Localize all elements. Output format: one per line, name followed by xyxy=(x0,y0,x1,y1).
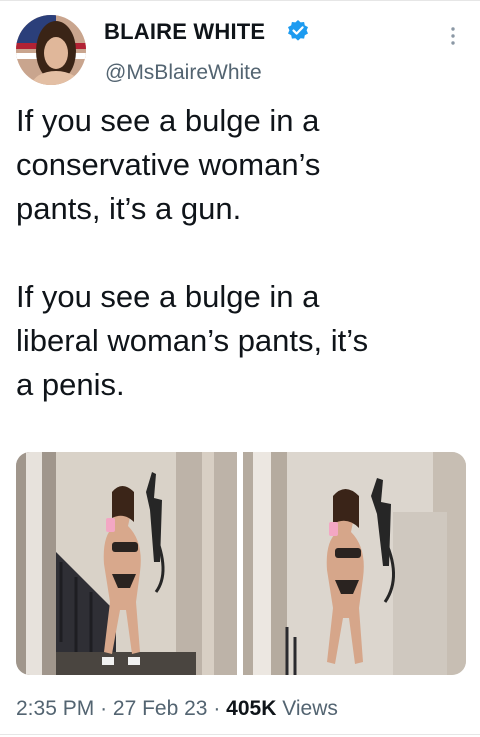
tweet-meta: 2:35 PM · 27 Feb 23 · 405K Views xyxy=(16,697,338,721)
tweet-text: If you see a bulge in a conservative wom… xyxy=(16,103,369,402)
views-label: Views xyxy=(282,697,338,720)
photo-mirror-selfie-right xyxy=(243,452,466,675)
author-handle[interactable]: @MsBlaireWhite xyxy=(105,61,262,85)
author-name[interactable]: BLAIRE WHITE xyxy=(104,19,265,45)
meta-separator: · xyxy=(213,697,221,720)
views-count: 405K xyxy=(226,697,277,720)
tweet-time[interactable]: 2:35 PM xyxy=(16,697,94,720)
avatar-image xyxy=(16,15,86,85)
photo-left[interactable] xyxy=(16,452,237,675)
media-grid xyxy=(16,452,466,675)
photo-mirror-selfie-left xyxy=(16,452,237,675)
tweet-date[interactable]: 27 Feb 23 xyxy=(113,697,208,720)
avatar[interactable] xyxy=(16,15,86,85)
photo-right[interactable] xyxy=(243,452,466,675)
more-options-icon[interactable] xyxy=(445,24,461,48)
bottom-divider xyxy=(0,734,480,735)
verified-badge-icon xyxy=(288,20,308,41)
meta-separator: · xyxy=(100,697,108,720)
top-divider xyxy=(0,0,480,1)
